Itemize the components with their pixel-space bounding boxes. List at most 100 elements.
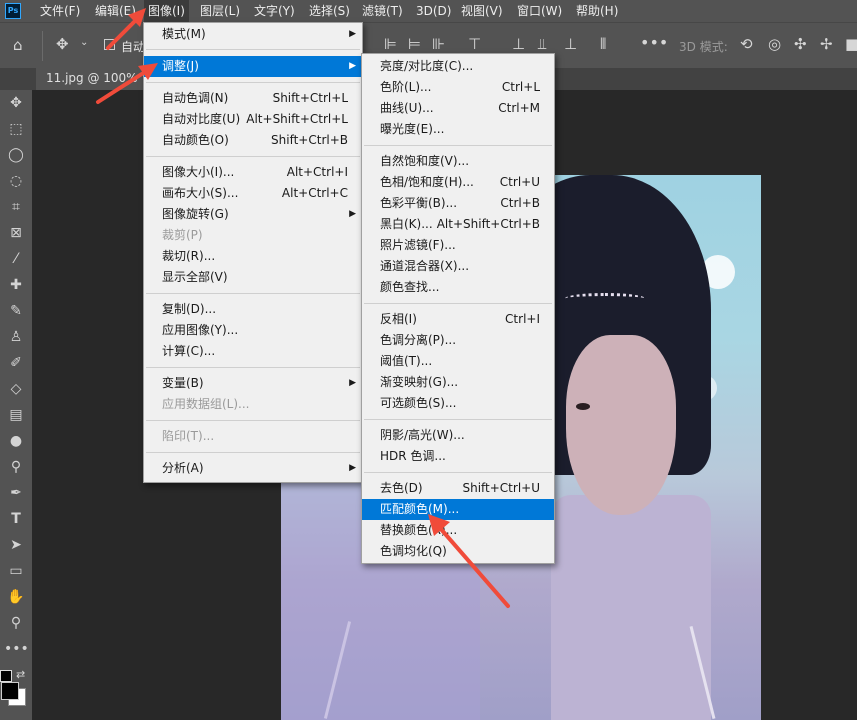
menu-item-canvas-size[interactable]: 画布大小(S)... Alt+Ctrl+C — [144, 183, 362, 204]
menu-item-label: 去色(D) — [380, 481, 423, 495]
hand-tool-icon[interactable]: ✋ — [4, 586, 28, 608]
crop-tool-icon[interactable]: ⌗ — [4, 196, 28, 218]
menu-item-duplicate[interactable]: 复制(D)... — [144, 299, 362, 320]
menu-item-trim[interactable]: 裁切(R)... — [144, 246, 362, 267]
menu-item-auto-contrast[interactable]: 自动对比度(U) Alt+Shift+Ctrl+L — [144, 109, 362, 130]
menu-item-label: 变量(B) — [162, 376, 204, 390]
history-brush-icon[interactable]: ✐ — [4, 352, 28, 374]
menu-item-desaturate[interactable]: 去色(D) Shift+Ctrl+U — [362, 478, 554, 499]
menu-item-image-size[interactable]: 图像大小(I)... Alt+Ctrl+I — [144, 162, 362, 183]
submenu-arrow-icon: ▶ — [349, 378, 356, 388]
3d-pan-icon[interactable]: ✣ — [794, 35, 807, 53]
menu-item-equalize[interactable]: 色调均化(Q) — [362, 541, 554, 562]
3d-scale-icon[interactable]: ■ — [845, 35, 857, 53]
menu-type[interactable]: 文字(Y) — [254, 0, 295, 22]
swap-colors-icon[interactable]: ⇄ — [16, 668, 25, 681]
frame-tool-icon[interactable]: ⊠ — [4, 222, 28, 244]
menu-item-calculations[interactable]: 计算(C)... — [144, 341, 362, 362]
chevron-down-icon[interactable]: ⌄ — [80, 37, 88, 48]
menu-file[interactable]: 文件(F) — [40, 0, 80, 22]
align-right-icon[interactable]: ⊪ — [432, 35, 445, 53]
menu-image[interactable]: 图像(I) — [144, 0, 189, 22]
menu-item-hdr-toning[interactable]: HDR 色调... — [362, 446, 554, 467]
menu-item-apply-image[interactable]: 应用图像(Y)... — [144, 320, 362, 341]
eyedropper-icon[interactable]: ⁄ — [4, 248, 28, 270]
menu-view[interactable]: 视图(V) — [461, 0, 503, 22]
dodge-tool-icon[interactable]: ⚲ — [4, 456, 28, 478]
3d-slide-icon[interactable]: ✢ — [820, 35, 833, 53]
menu-select[interactable]: 选择(S) — [309, 0, 350, 22]
brush-tool-icon[interactable]: ✎ — [4, 300, 28, 322]
photoshop-logo: Ps — [5, 3, 21, 19]
menu-item-threshold[interactable]: 阈值(T)... — [362, 351, 554, 372]
menu-help[interactable]: 帮助(H) — [576, 0, 618, 22]
menu-item-match-color[interactable]: 匹配颜色(M)... — [362, 499, 554, 520]
pen-tool-icon[interactable]: ✒ — [4, 482, 28, 504]
menu-window[interactable]: 窗口(W) — [517, 0, 562, 22]
distribute-center-icon[interactable]: ⫫ — [538, 35, 546, 53]
align-top-icon[interactable]: ⊤ — [468, 35, 481, 53]
menu-edit[interactable]: 编辑(E) — [95, 0, 136, 22]
menu-item-photo-filter[interactable]: 照片滤镜(F)... — [362, 235, 554, 256]
quick-select-icon[interactable]: ◌ — [4, 170, 28, 192]
lasso-tool-icon[interactable]: ◯ — [4, 144, 28, 166]
menu-item-variables[interactable]: 变量(B) ▶ — [144, 373, 362, 394]
menu-item-label: 颜色查找... — [380, 280, 440, 294]
distribute-top-icon[interactable]: ⊥ — [512, 35, 525, 53]
align-center-icon[interactable]: ⊨ — [408, 35, 421, 53]
menu-item-adjustments[interactable]: 调整(J) ▶ — [144, 56, 362, 77]
menu-item-posterize[interactable]: 色调分离(P)... — [362, 330, 554, 351]
menu-3d[interactable]: 3D(D) — [416, 0, 451, 22]
menu-item-label: 自动对比度(U) — [162, 112, 241, 126]
healing-brush-icon[interactable]: ✚ — [4, 274, 28, 296]
3d-roll-icon[interactable]: ◎ — [768, 35, 781, 53]
type-tool-icon[interactable]: T — [4, 508, 28, 530]
menu-item-levels[interactable]: 色阶(L)... Ctrl+L — [362, 77, 554, 98]
more-options-icon[interactable]: ••• — [640, 33, 668, 52]
menu-item-image-rotation[interactable]: 图像旋转(G) ▶ — [144, 204, 362, 225]
eraser-tool-icon[interactable]: ◇ — [4, 378, 28, 400]
path-select-icon[interactable]: ➤ — [4, 534, 28, 556]
menu-item-black-white[interactable]: 黑白(K)... Alt+Shift+Ctrl+B — [362, 214, 554, 235]
blur-tool-icon[interactable]: ● — [4, 430, 28, 452]
more-tools-icon[interactable]: ••• — [4, 638, 29, 660]
menu-item-auto-color[interactable]: 自动颜色(O) Shift+Ctrl+B — [144, 130, 362, 151]
document-tab[interactable]: 11.jpg @ 100% — [36, 68, 146, 90]
foreground-color-swatch[interactable] — [1, 682, 19, 700]
menu-item-brightness-contrast[interactable]: 亮度/对比度(C)... — [362, 56, 554, 77]
menu-item-gradient-map[interactable]: 渐变映射(G)... — [362, 372, 554, 393]
auto-select-label: 自动 — [121, 40, 146, 54]
menu-item-selective-color[interactable]: 可选颜色(S)... — [362, 393, 554, 414]
menu-item-reveal-all[interactable]: 显示全部(V) — [144, 267, 362, 288]
align-left-icon[interactable]: ⊫ — [384, 35, 397, 53]
menu-item-invert[interactable]: 反相(I) Ctrl+I — [362, 309, 554, 330]
3d-orbit-icon[interactable]: ⟲ — [740, 35, 753, 53]
menu-item-exposure[interactable]: 曝光度(E)... — [362, 119, 554, 140]
menu-item-auto-tone[interactable]: 自动色调(N) Shift+Ctrl+L — [144, 88, 362, 109]
distribute-bottom-icon[interactable]: ⊥ — [564, 35, 577, 53]
default-colors-icon[interactable] — [0, 670, 12, 682]
clone-stamp-icon[interactable]: ♙ — [4, 326, 28, 348]
rectangle-tool-icon[interactable]: ▭ — [4, 560, 28, 582]
menu-item-shadows-highlights[interactable]: 阴影/高光(W)... — [362, 425, 554, 446]
menu-filter[interactable]: 滤镜(T) — [362, 0, 403, 22]
menu-item-channel-mixer[interactable]: 通道混合器(X)... — [362, 256, 554, 277]
menu-item-mode[interactable]: 模式(M) ▶ — [144, 24, 362, 45]
menu-item-label: 陷印(T)... — [162, 429, 215, 443]
distribute-horizontal-icon[interactable]: ⫴ — [600, 35, 606, 53]
menu-item-hue-saturation[interactable]: 色相/饱和度(H)... Ctrl+U — [362, 172, 554, 193]
move-tool-icon[interactable]: ✥ — [56, 35, 69, 53]
gradient-tool-icon[interactable]: ▤ — [4, 404, 28, 426]
move-tool-icon[interactable]: ✥ — [4, 92, 28, 114]
marquee-tool-icon[interactable]: ⬚ — [4, 118, 28, 140]
menu-item-analysis[interactable]: 分析(A) ▶ — [144, 458, 362, 479]
menu-item-color-lookup[interactable]: 颜色查找... — [362, 277, 554, 298]
zoom-tool-icon[interactable]: ⚲ — [4, 612, 28, 634]
menu-item-vibrance[interactable]: 自然饱和度(V)... — [362, 151, 554, 172]
menu-item-curves[interactable]: 曲线(U)... Ctrl+M — [362, 98, 554, 119]
home-icon[interactable]: ⌂ — [13, 36, 23, 54]
menu-item-replace-color[interactable]: 替换颜色(R)... — [362, 520, 554, 541]
auto-select-checkbox[interactable] — [104, 39, 115, 50]
menu-item-color-balance[interactable]: 色彩平衡(B)... Ctrl+B — [362, 193, 554, 214]
menu-layer[interactable]: 图层(L) — [200, 0, 240, 22]
